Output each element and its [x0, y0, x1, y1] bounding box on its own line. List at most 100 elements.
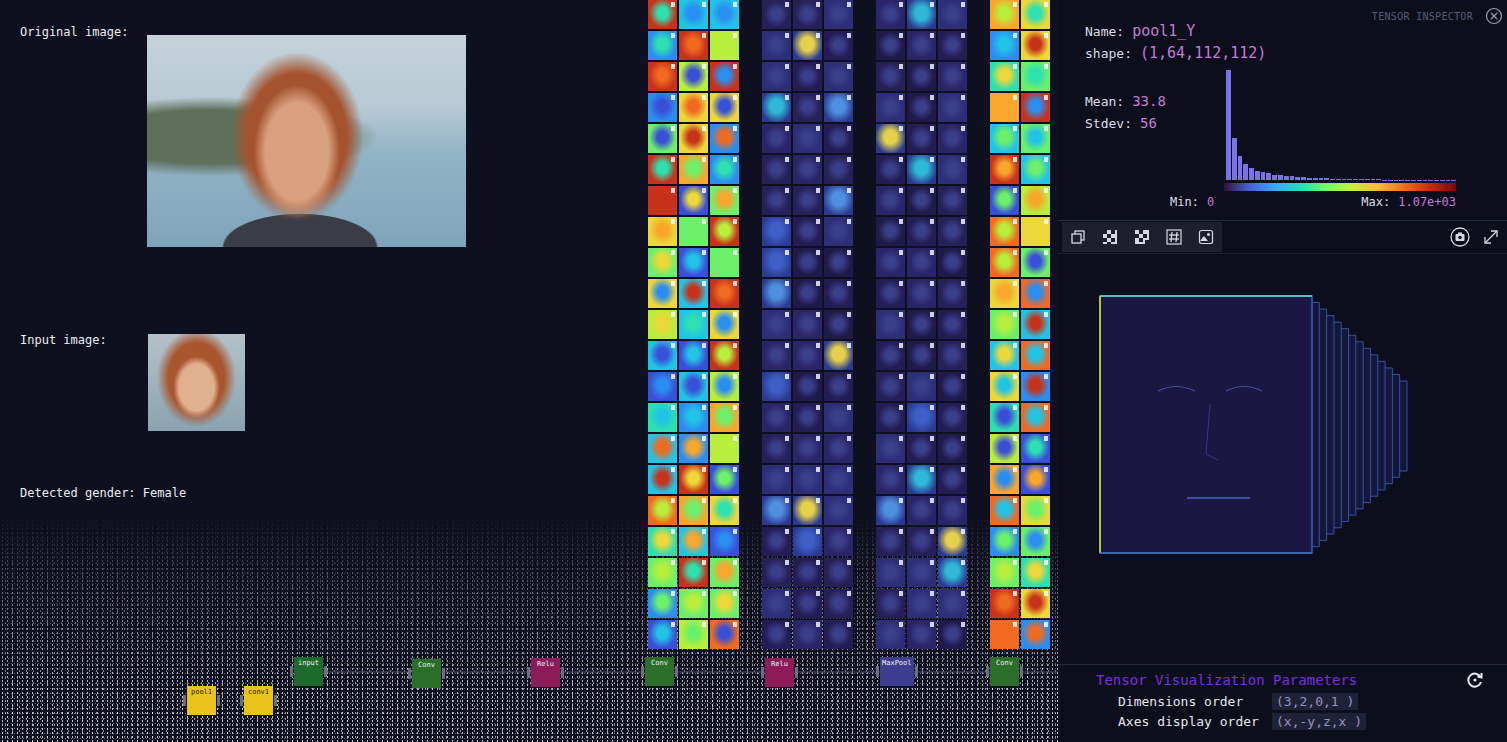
feature-map-tile[interactable] — [990, 248, 1019, 277]
feature-map-tile[interactable] — [907, 31, 936, 60]
feature-map-tile[interactable] — [762, 31, 791, 60]
feature-map-tile[interactable] — [648, 279, 677, 308]
feature-map-tile[interactable] — [710, 620, 739, 649]
feature-map-tile[interactable] — [710, 341, 739, 370]
feature-map-tile[interactable] — [762, 279, 791, 308]
feature-map-tile[interactable] — [938, 186, 967, 215]
feature-map-tile[interactable] — [1021, 496, 1050, 525]
feature-map-tile[interactable] — [648, 558, 677, 587]
feature-map-tile[interactable] — [824, 31, 853, 60]
feature-map-tile[interactable] — [1021, 248, 1050, 277]
feature-map-tile[interactable] — [679, 372, 708, 401]
feature-map-tile[interactable] — [762, 589, 791, 618]
feature-map-tile[interactable] — [710, 434, 739, 463]
feature-map-tile[interactable] — [710, 496, 739, 525]
feature-map-tile[interactable] — [824, 620, 853, 649]
graph-node[interactable]: Conv — [412, 659, 441, 688]
feature-map-tile[interactable] — [1021, 589, 1050, 618]
feature-map-tile[interactable] — [990, 62, 1019, 91]
graph-node[interactable]: input — [294, 657, 323, 686]
feature-map-tile[interactable] — [679, 589, 708, 618]
feature-map-tile[interactable] — [762, 465, 791, 494]
feature-map-tile[interactable] — [990, 279, 1019, 308]
feature-map-tile[interactable] — [679, 31, 708, 60]
feature-map-tile[interactable] — [824, 155, 853, 184]
expand-icon[interactable] — [1481, 227, 1501, 247]
feature-map-tile[interactable] — [938, 527, 967, 556]
feature-map-tile[interactable] — [648, 155, 677, 184]
feature-map-tile[interactable] — [648, 248, 677, 277]
feature-map-tile[interactable] — [679, 496, 708, 525]
feature-map-tile[interactable] — [710, 372, 739, 401]
feature-map-tile[interactable] — [1021, 341, 1050, 370]
feature-map-tile[interactable] — [710, 248, 739, 277]
feature-map-tile[interactable] — [824, 62, 853, 91]
feature-map-tile[interactable] — [793, 248, 822, 277]
feature-map-tile[interactable] — [679, 217, 708, 246]
feature-map-tile[interactable] — [793, 124, 822, 153]
feature-map-tile[interactable] — [907, 341, 936, 370]
feature-map-tile[interactable] — [1021, 217, 1050, 246]
feature-map-tile[interactable] — [679, 465, 708, 494]
feature-map-tile[interactable] — [938, 0, 967, 29]
graph-node[interactable]: conv1 — [244, 686, 273, 715]
feature-map-tile[interactable] — [679, 279, 708, 308]
feature-map-tile[interactable] — [762, 186, 791, 215]
feature-map-tile[interactable] — [710, 558, 739, 587]
feature-map-tile[interactable] — [793, 93, 822, 122]
feature-map-tile[interactable] — [876, 310, 905, 339]
feature-map-tile[interactable] — [938, 465, 967, 494]
feature-map-tile[interactable] — [824, 217, 853, 246]
feature-map-tile[interactable] — [876, 372, 905, 401]
feature-map-tile[interactable] — [1021, 186, 1050, 215]
feature-map-tile[interactable] — [876, 620, 905, 649]
feature-map-tile[interactable] — [876, 248, 905, 277]
feature-map-tile[interactable] — [824, 372, 853, 401]
feature-map-tile[interactable] — [1021, 0, 1050, 29]
feature-map-tile[interactable] — [648, 93, 677, 122]
feature-map-tile[interactable] — [679, 155, 708, 184]
feature-map-tile[interactable] — [762, 341, 791, 370]
feature-map-tile[interactable] — [710, 527, 739, 556]
feature-map-tile[interactable] — [1021, 558, 1050, 587]
feature-map-tile[interactable] — [710, 217, 739, 246]
feature-map-tile[interactable] — [907, 279, 936, 308]
feature-map-tile[interactable] — [824, 310, 853, 339]
feature-map-tile[interactable] — [679, 527, 708, 556]
feature-map-tile[interactable] — [762, 620, 791, 649]
feature-map-tile[interactable] — [824, 341, 853, 370]
feature-map-tile[interactable] — [824, 496, 853, 525]
feature-map-tile[interactable] — [824, 186, 853, 215]
feature-map-tile[interactable] — [1021, 93, 1050, 122]
feature-map-tile[interactable] — [1021, 372, 1050, 401]
feature-map-tile[interactable] — [938, 589, 967, 618]
feature-map-tile[interactable] — [793, 620, 822, 649]
feature-map-tile[interactable] — [648, 186, 677, 215]
feature-map-tile[interactable] — [1021, 155, 1050, 184]
feature-map-tile[interactable] — [824, 558, 853, 587]
feature-map-tile[interactable] — [907, 558, 936, 587]
feature-map-tile[interactable] — [907, 93, 936, 122]
feature-map-tile[interactable] — [648, 465, 677, 494]
feature-map-tile[interactable] — [648, 31, 677, 60]
feature-map-tile[interactable] — [793, 527, 822, 556]
feature-map-tile[interactable] — [990, 155, 1019, 184]
feature-map-tile[interactable] — [876, 62, 905, 91]
close-icon[interactable] — [1485, 7, 1503, 25]
feature-map-tile[interactable] — [824, 403, 853, 432]
feature-map-tile[interactable] — [762, 248, 791, 277]
feature-map-tile[interactable] — [793, 31, 822, 60]
rotate-camera-icon[interactable] — [1449, 226, 1471, 248]
feature-map-tile[interactable] — [679, 620, 708, 649]
feature-map-tile[interactable] — [938, 434, 967, 463]
tensor-3d-view[interactable] — [1058, 254, 1507, 665]
feature-map-tile[interactable] — [793, 496, 822, 525]
feature-map-tile[interactable] — [876, 465, 905, 494]
feature-map-tile[interactable] — [938, 620, 967, 649]
feature-map-tile[interactable] — [793, 465, 822, 494]
feature-map-tile[interactable] — [793, 403, 822, 432]
graph-node[interactable]: Relu — [765, 658, 794, 687]
feature-map-tile[interactable] — [907, 620, 936, 649]
feature-map-tile[interactable] — [907, 124, 936, 153]
feature-map-tile[interactable] — [762, 558, 791, 587]
